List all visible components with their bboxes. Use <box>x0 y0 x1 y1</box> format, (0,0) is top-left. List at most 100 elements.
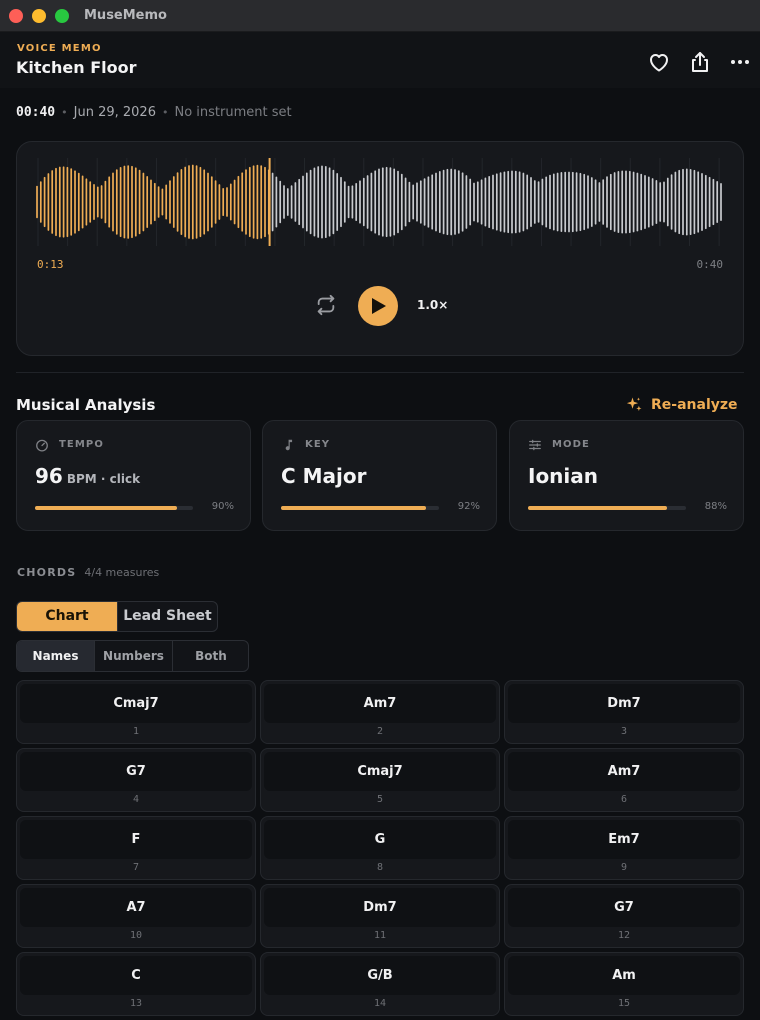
zoom-window-button[interactable] <box>55 9 69 23</box>
label-mode-names[interactable]: Names <box>17 641 94 671</box>
measure-number: 1 <box>132 726 140 737</box>
chord-cell[interactable]: Am 15 <box>504 952 744 1016</box>
measure-number: 7 <box>132 862 140 873</box>
measure-number: 14 <box>373 998 387 1009</box>
music-note-icon <box>285 439 293 451</box>
memo-meta: 00:40 • Jun 29, 2026 • No instrument set <box>16 105 292 120</box>
chord-cell[interactable]: C 13 <box>16 952 256 1016</box>
chord-cell[interactable]: A7 10 <box>16 884 256 948</box>
share-icon[interactable] <box>688 50 712 74</box>
chord-name: Cmaj7 <box>357 764 403 779</box>
chord-cell[interactable]: G7 4 <box>16 748 256 812</box>
sparkle-icon <box>626 397 642 411</box>
meta-separator: • <box>161 106 169 119</box>
key-value: C Major <box>281 464 367 488</box>
chord-label-mode-toggle: Names Numbers Both <box>16 640 249 672</box>
chord-view-toggle: Chart Lead Sheet <box>16 601 218 632</box>
more-icon[interactable] <box>728 50 752 74</box>
chord-cell[interactable]: Am7 2 <box>260 680 500 744</box>
key-card: KEY C Major 92% <box>262 420 497 531</box>
memo-kicker: VOICE MEMO <box>17 43 102 54</box>
audio-player-card: 0:13 0:40 1.0× <box>16 141 744 356</box>
analysis-title: Musical Analysis <box>16 396 156 414</box>
chord-name: G7 <box>614 900 634 915</box>
chord-name: Am7 <box>607 764 641 779</box>
tempo-value: 96 BPM · click <box>35 464 141 488</box>
chord-cell[interactable]: Dm7 11 <box>260 884 500 948</box>
chord-cell[interactable]: Em7 9 <box>504 816 744 880</box>
app-title: MuseMemo <box>84 8 167 23</box>
tempo-confidence-bar <box>35 506 193 510</box>
measure-number: 8 <box>376 862 384 873</box>
mode-card: MODE Ionian 88% <box>509 420 744 531</box>
meta-separator: • <box>61 106 68 119</box>
loop-icon[interactable] <box>315 294 337 316</box>
tempo-unit: BPM · click <box>66 472 141 486</box>
chord-name: A7 <box>126 900 146 915</box>
heart-icon[interactable] <box>647 50 671 74</box>
memo-title: Kitchen Floor <box>16 58 137 77</box>
key-label: KEY <box>305 439 331 450</box>
measure-number: 12 <box>617 930 631 941</box>
measure-number: 15 <box>617 998 631 1009</box>
play-button[interactable] <box>358 286 398 326</box>
chord-cell[interactable]: G7 12 <box>504 884 744 948</box>
section-divider <box>16 372 744 373</box>
tab-chart[interactable]: Chart <box>17 602 117 631</box>
mode-label: MODE <box>552 439 590 450</box>
measure-number: 3 <box>620 726 628 737</box>
memo-duration: 00:40 <box>16 105 56 120</box>
chord-name: C <box>131 968 141 983</box>
measure-number: 13 <box>129 998 143 1009</box>
measure-number: 11 <box>373 930 387 941</box>
chord-cell[interactable]: Cmaj7 1 <box>16 680 256 744</box>
chord-cell[interactable]: Am7 6 <box>504 748 744 812</box>
measure-number: 4 <box>132 794 140 805</box>
tempo-card: TEMPO 96 BPM · click 90% <box>16 420 251 531</box>
tempo-label: TEMPO <box>59 439 104 450</box>
memo-date: Jun 29, 2026 <box>73 105 156 120</box>
chords-heading: CHORDS <box>17 566 77 579</box>
chords-measures: 4/4 measures <box>84 566 160 579</box>
chord-name: G/B <box>367 968 393 983</box>
mode-value: Ionian <box>528 464 599 488</box>
key-confidence-bar <box>281 506 439 510</box>
chords-header: CHORDS 4/4 measures <box>17 561 159 580</box>
chord-cell[interactable]: Dm7 3 <box>504 680 744 744</box>
gauge-icon <box>36 439 48 452</box>
label-mode-numbers[interactable]: Numbers <box>94 641 172 671</box>
total-time: 0:40 <box>696 258 724 271</box>
chord-name: G <box>374 832 386 847</box>
measure-number: 9 <box>620 862 628 873</box>
minimize-window-button[interactable] <box>32 9 46 23</box>
memo-header: VOICE MEMO Kitchen Floor <box>0 32 760 88</box>
chord-cell[interactable]: Cmaj7 5 <box>260 748 500 812</box>
chord-name: Em7 <box>608 832 640 847</box>
tempo-confidence: 90% <box>211 501 234 512</box>
chord-name: F <box>131 832 141 847</box>
elapsed-time: 0:13 <box>37 258 64 271</box>
close-window-button[interactable] <box>9 9 23 23</box>
playback-speed-button[interactable]: 1.0× <box>417 298 448 312</box>
measure-number: 2 <box>376 726 384 737</box>
chord-name: Am <box>612 968 636 983</box>
measure-number: 5 <box>376 794 384 805</box>
mode-confidence: 88% <box>704 501 727 512</box>
measure-number: 10 <box>129 930 143 941</box>
tab-lead-sheet[interactable]: Lead Sheet <box>117 602 217 631</box>
mode-confidence-bar <box>528 506 686 510</box>
chord-name: Dm7 <box>363 900 397 915</box>
sliders-icon <box>529 439 541 451</box>
chord-cell[interactable]: F7 <box>16 816 256 880</box>
label-mode-both[interactable]: Both <box>172 641 248 671</box>
chord-name: Dm7 <box>607 696 641 711</box>
window-titlebar: MuseMemo <box>0 0 760 32</box>
waveform-scrubber[interactable] <box>35 158 725 246</box>
chord-name: G7 <box>126 764 146 779</box>
key-confidence: 92% <box>457 501 480 512</box>
play-icon <box>372 298 386 314</box>
chord-cell[interactable]: G/B 14 <box>260 952 500 1016</box>
memo-instrument[interactable]: No instrument set <box>174 105 291 120</box>
measure-number: 6 <box>620 794 628 805</box>
chord-cell[interactable]: G8 <box>260 816 500 880</box>
